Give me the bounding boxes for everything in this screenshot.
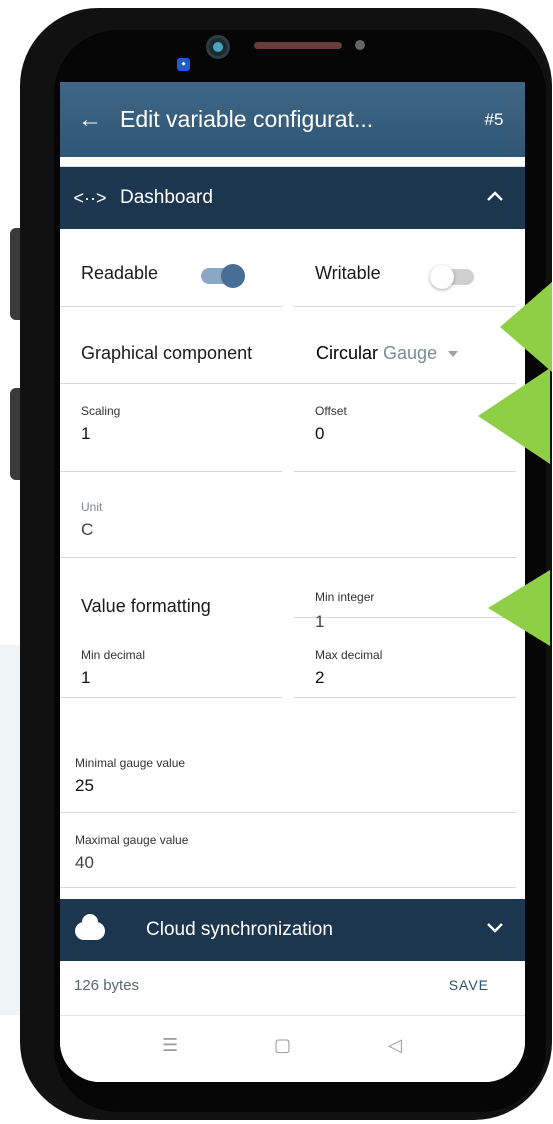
menu-icon[interactable]: ☰ (162, 1035, 178, 1056)
min-decimal-label: Min decimal (81, 648, 146, 662)
camera-icon (206, 35, 230, 59)
min-gauge-value: 25 (75, 776, 94, 795)
readable-toggle[interactable] (201, 264, 245, 288)
graphical-value-part1: Circular (316, 343, 379, 363)
max-gauge-value: 40 (75, 853, 94, 872)
access-row: Readable Writable (60, 229, 525, 307)
save-button[interactable]: SAVE (449, 977, 489, 993)
scaling-value: 1 (81, 424, 91, 443)
notification-app-icon: ◆ (177, 58, 190, 71)
divider (60, 157, 525, 167)
scaling-label: Scaling (81, 404, 121, 418)
annotation-arrow-graphical (478, 368, 550, 464)
min-gauge-label: Minimal gauge value (75, 756, 186, 770)
speaker-grille (254, 42, 342, 49)
back-arrow-icon[interactable]: ← (60, 106, 120, 134)
writable-cell: Writable (294, 229, 516, 307)
value-formatting-row: Value formatting Min integer 1 (60, 558, 525, 631)
back-icon[interactable]: ◁ (388, 1035, 402, 1056)
app-bar: ← Edit variable configurat... #5 (60, 82, 525, 157)
unit-label: Unit (81, 500, 103, 514)
dashboard-section-header[interactable]: <··> Dashboard (60, 167, 525, 229)
code-icon: <··> (73, 187, 107, 208)
screen: ← Edit variable configurat... #5 <··> Da… (60, 82, 525, 1082)
min-decimal-value: 1 (81, 668, 91, 687)
max-decimal-field[interactable]: Max decimal 2 (294, 618, 516, 698)
graphical-component-label: Graphical component (81, 343, 253, 363)
dropdown-caret-icon (448, 351, 459, 358)
graphical-row: Graphical component Circular Gauge (60, 307, 525, 384)
cloud-section-header[interactable]: Cloud synchronization (60, 899, 525, 961)
scaling-row: Scaling 1 Offset 0 (60, 384, 525, 472)
unit-row: Unit C (60, 472, 525, 558)
unit-value: C (81, 520, 94, 539)
readable-cell: Readable (60, 229, 282, 307)
bytes-count: 126 bytes (74, 977, 140, 994)
graphical-component-select[interactable]: Circular Gauge (316, 343, 459, 364)
max-decimal-label: Max decimal (315, 648, 383, 662)
decimal-row: Min decimal 1 Max decimal 2 (60, 618, 525, 698)
writable-label: Writable (315, 263, 381, 283)
value-formatting-label: Value formatting (81, 596, 211, 616)
writable-toggle[interactable] (430, 265, 474, 289)
max-gauge-row: Maximal gauge value 40 (60, 813, 525, 888)
variable-number: #5 (484, 109, 504, 129)
sensor-dot (355, 40, 365, 50)
cloud-label: Cloud synchronization (146, 919, 333, 940)
page-title: Edit variable configurat... (120, 106, 374, 132)
chevron-up-icon[interactable] (465, 189, 525, 207)
cloud-icon (60, 913, 120, 945)
max-gauge-label: Maximal gauge value (75, 833, 189, 847)
scaling-field[interactable]: Scaling 1 (60, 384, 282, 472)
annotation-arrow-writable (500, 282, 552, 372)
home-icon[interactable]: ▢ (274, 1035, 291, 1056)
min-integer-field[interactable]: Min integer 1 (294, 558, 516, 631)
min-decimal-field[interactable]: Min decimal 1 (60, 618, 282, 698)
annotation-arrow-min-integer (488, 570, 550, 646)
min-integer-label: Min integer (315, 590, 375, 604)
readable-label: Readable (81, 263, 159, 283)
bottom-bar: 126 bytes SAVE (60, 961, 525, 1016)
dashboard-label: Dashboard (120, 187, 213, 208)
unit-field[interactable]: Unit C (60, 472, 516, 558)
graphical-value-part2: Gauge (383, 343, 438, 363)
system-nav-bar: ☰ ▢ ◁ (60, 1017, 525, 1082)
min-gauge-field[interactable]: Minimal gauge value 25 (60, 698, 516, 813)
graphical-cell: Graphical component Circular Gauge (60, 307, 516, 384)
max-decimal-value: 2 (315, 668, 325, 687)
chevron-down-icon[interactable] (465, 921, 525, 939)
min-gauge-row: Minimal gauge value 25 (60, 698, 525, 813)
max-gauge-field[interactable]: Maximal gauge value 40 (60, 813, 516, 888)
